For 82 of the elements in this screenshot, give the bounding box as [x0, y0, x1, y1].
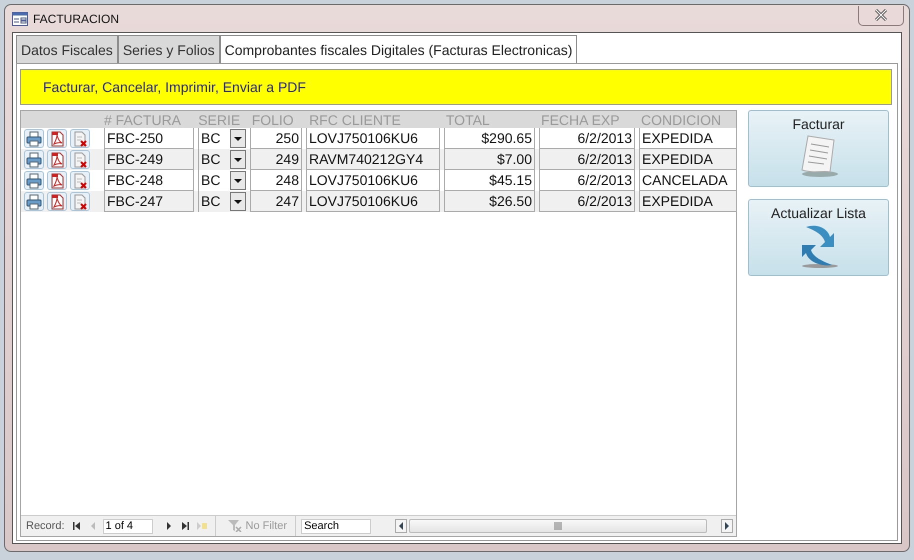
serie-dropdown[interactable]: BC [198, 128, 246, 149]
delete-document-icon [72, 130, 88, 146]
pdf-button[interactable] [47, 129, 67, 148]
table-cell: LOVJ750106KU6 [306, 128, 440, 149]
form-icon [12, 12, 28, 26]
print-button[interactable] [24, 192, 44, 211]
column-header: # FACTURA [103, 112, 182, 128]
table-cell: EXPEDIDA [639, 128, 737, 149]
printer-icon [26, 194, 42, 210]
table-cell: 247 [250, 191, 302, 212]
horizontal-scrollbar[interactable] [395, 518, 733, 534]
table-cell: $45.15 [444, 170, 535, 191]
delete-document-button[interactable] [70, 150, 90, 169]
delete-document-icon [72, 152, 88, 168]
printer-icon [26, 172, 42, 188]
delete-document-button[interactable] [70, 192, 90, 211]
print-button[interactable] [24, 171, 44, 190]
filter-icon [228, 520, 242, 532]
caret-icon [230, 171, 246, 190]
grip-icon [554, 522, 562, 530]
table-cell: $26.50 [444, 191, 535, 212]
record-label: Record: [26, 520, 65, 532]
pdf-button[interactable] [47, 192, 67, 211]
table-cell: EXPEDIDA [639, 191, 737, 212]
pdf-icon [49, 194, 65, 210]
serie-dropdown[interactable]: BC [198, 149, 246, 170]
table-cell: 248 [250, 170, 302, 191]
tab[interactable]: Datos Fiscales [16, 35, 118, 63]
delete-document-icon [72, 194, 88, 210]
tab[interactable]: Series y Folios [118, 35, 220, 63]
column-header: RFC CLIENTE [308, 112, 402, 128]
first-record-icon[interactable] [72, 522, 81, 530]
table-cell: RAVM740212GY4 [306, 149, 440, 170]
refresh-button[interactable]: Actualizar Lista [748, 199, 889, 276]
scroll-left-icon[interactable] [395, 519, 408, 533]
close-button[interactable] [858, 6, 904, 26]
column-header: SERIE [197, 112, 242, 128]
pdf-button[interactable] [47, 150, 67, 169]
table-cell: $7.00 [444, 149, 535, 170]
close-icon [874, 9, 888, 21]
delete-document-button[interactable] [70, 129, 90, 148]
print-button[interactable] [24, 150, 44, 169]
column-header: FOLIO [250, 112, 295, 128]
table-cell: 6/2/2013 [539, 170, 635, 191]
search-field[interactable]: Search [301, 518, 372, 534]
table-cell: FBC-247 [104, 191, 194, 212]
table-cell: FBC-249 [104, 149, 194, 170]
table-cell: 6/2/2013 [539, 128, 635, 149]
delete-document-icon [72, 172, 88, 188]
table-cell: EXPEDIDA [639, 149, 737, 170]
printer-icon [26, 152, 42, 168]
print-button[interactable] [24, 129, 44, 148]
serie-dropdown[interactable]: BC [198, 191, 246, 212]
table-cell: 249 [250, 149, 302, 170]
pdf-icon [49, 172, 65, 188]
pdf-button[interactable] [47, 171, 67, 190]
invoice-button[interactable]: Facturar [748, 110, 889, 187]
table-cell: LOVJ750106KU6 [306, 170, 440, 191]
table-cell: LOVJ750106KU6 [306, 191, 440, 212]
column-header: FECHA EXP [540, 112, 621, 128]
scroll-right-icon[interactable] [721, 519, 733, 533]
table-cell: FBC-248 [104, 170, 194, 191]
printer-icon [26, 130, 42, 146]
last-record-icon[interactable] [180, 522, 189, 530]
column-header: CONDICION [640, 112, 722, 128]
table-cell: CANCELADA [639, 170, 737, 191]
caret-icon [230, 129, 246, 148]
column-header: TOTAL [444, 112, 491, 128]
serie-dropdown[interactable]: BC [198, 170, 246, 191]
banner-text: Facturar, Cancelar, Imprimir, Enviar a PDF [43, 79, 306, 95]
tab[interactable]: Comprobantes fiscales Digitales (Facturas Electronicas) [220, 35, 578, 63]
window-title: FACTURACION [33, 12, 120, 26]
record-position-field[interactable]: 1 of 4 [102, 518, 153, 534]
next-record-icon[interactable] [164, 522, 173, 530]
table-cell: 6/2/2013 [539, 191, 635, 212]
pdf-icon [49, 130, 65, 146]
table-cell: 6/2/2013 [539, 149, 635, 170]
pdf-icon [49, 152, 65, 168]
table-cell: FBC-250 [104, 128, 194, 149]
table-cell: 250 [250, 128, 302, 149]
delete-document-button[interactable] [70, 171, 90, 190]
table-cell: $290.65 [444, 128, 535, 149]
